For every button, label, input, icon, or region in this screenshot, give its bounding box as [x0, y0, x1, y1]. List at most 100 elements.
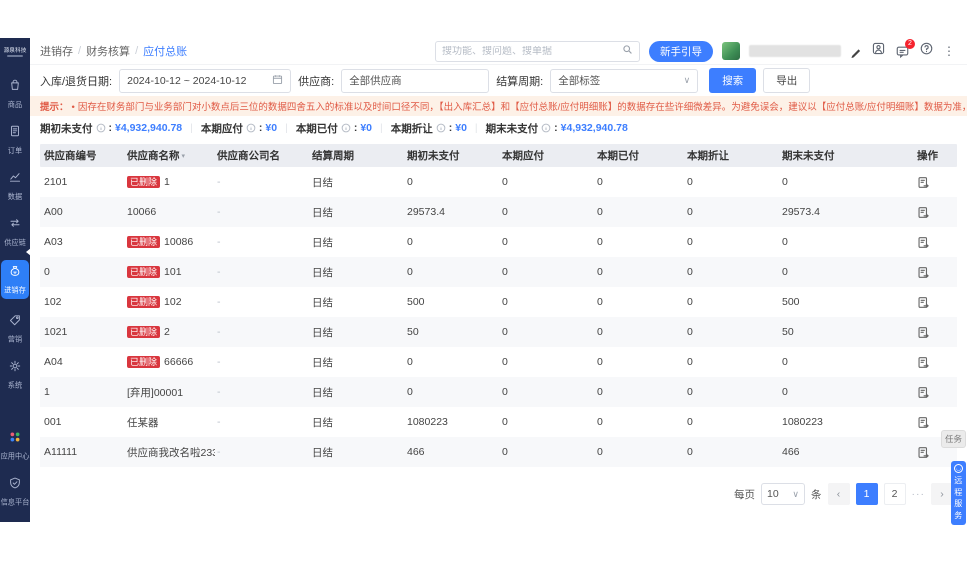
- period-paid: 0: [597, 206, 603, 218]
- search-button[interactable]: 搜索: [709, 68, 757, 93]
- period-payable: 0: [502, 326, 508, 338]
- sidebar-item-supply-chain[interactable]: 供应链: [1, 216, 29, 248]
- period-payable: 0: [502, 206, 508, 218]
- support-icon[interactable]: [871, 41, 886, 61]
- column-header: 结算周期: [312, 150, 354, 162]
- supplier-name: [弃用]00001: [127, 386, 184, 399]
- view-detail-icon[interactable]: [917, 206, 930, 219]
- view-detail-icon[interactable]: [917, 296, 930, 309]
- sidebar-item-app-center[interactable]: 应用中心: [1, 430, 29, 462]
- view-detail-icon[interactable]: [917, 326, 930, 339]
- table-row: 1 [弃用]00001 - 日结 0 0 0 0 0: [40, 377, 957, 407]
- next-page-button[interactable]: ›: [931, 483, 953, 505]
- page-button[interactable]: 1: [855, 483, 878, 505]
- deleted-badge: 已删除: [127, 325, 161, 339]
- column-header: 期末未支付: [782, 150, 835, 162]
- breadcrumb: 进销存 / 财务核算 / 应付总账: [40, 43, 188, 59]
- tag-icon: [8, 313, 22, 332]
- sidebar-item-system[interactable]: 系统: [1, 359, 29, 391]
- end-unpaid: 466: [782, 446, 800, 458]
- supplier-code: A00: [44, 206, 63, 218]
- table-row: A00 10066 - 日结 29573.4 0 0 0 29573.4: [40, 197, 957, 227]
- deleted-badge: 已删除: [127, 295, 161, 309]
- supplier-filter-label: 供应商:: [298, 75, 335, 88]
- per-page-select[interactable]: 10 ∨: [761, 483, 805, 505]
- period-payable: 0: [502, 266, 508, 278]
- sidebar-item-data[interactable]: 数据: [1, 170, 29, 202]
- date-filter-label: 入库/退货日期:: [40, 75, 113, 88]
- begin-unpaid: 0: [407, 386, 413, 398]
- end-unpaid: 0: [782, 266, 788, 278]
- breadcrumb-level2[interactable]: 财务核算: [86, 43, 130, 59]
- view-detail-icon[interactable]: [917, 236, 930, 249]
- supplier-name: 10066: [127, 206, 157, 218]
- period-paid: 0: [597, 446, 603, 458]
- help-icon[interactable]: [919, 41, 934, 61]
- company-name: -: [217, 416, 221, 428]
- supplier-name: 已删除 101: [125, 265, 215, 279]
- calendar-icon: [272, 74, 283, 88]
- breadcrumb-level1[interactable]: 进销存: [40, 43, 73, 59]
- period-payable: 0: [502, 176, 508, 188]
- view-detail-icon[interactable]: [917, 176, 930, 189]
- service-floating-tab[interactable]: ◡ 远程服务: [951, 461, 966, 525]
- page-ellipsis: ···: [911, 488, 925, 500]
- pen-icon[interactable]: [850, 45, 862, 59]
- date-range-input[interactable]: 2024-10-12 ~ 2024-10-12: [119, 68, 292, 93]
- begin-unpaid: 466: [407, 446, 425, 458]
- sort-icon[interactable]: ▾: [182, 152, 186, 160]
- settlement-cycle: 日结: [312, 236, 333, 249]
- export-button[interactable]: 导出: [763, 68, 811, 93]
- settlement-cycle: 日结: [312, 416, 333, 429]
- period-discount: 0: [687, 236, 693, 248]
- view-detail-icon[interactable]: [917, 266, 930, 279]
- task-floating-tab[interactable]: 任务: [940, 430, 966, 448]
- sidebar-item-orders[interactable]: 订单: [1, 124, 29, 156]
- messages-icon[interactable]: 2: [895, 38, 915, 59]
- summary-item: 期末未支付: ¥4,932,940.78: [485, 122, 628, 135]
- topbar-actions: 新手引导 2 ⋮: [435, 38, 955, 62]
- end-unpaid: 0: [782, 236, 788, 248]
- sidebar-item-goods[interactable]: 商品: [1, 78, 29, 110]
- summary-item: 本期折让: ¥0: [390, 122, 467, 135]
- supplier-name: 已删除 1: [125, 175, 215, 189]
- period-paid: 0: [597, 356, 603, 368]
- settlement-cycle: 日结: [312, 206, 333, 219]
- end-unpaid: 0: [782, 176, 788, 188]
- main-content: 进销存 / 财务核算 / 应付总账 新手引导 2: [30, 38, 967, 522]
- view-detail-icon[interactable]: [917, 416, 930, 429]
- period-paid: 0: [597, 176, 603, 188]
- company-name: -: [217, 266, 221, 278]
- column-header[interactable]: 供应商名称 ▾: [125, 148, 215, 163]
- page-button[interactable]: 2: [883, 483, 906, 505]
- view-detail-icon[interactable]: [917, 386, 930, 399]
- period-discount: 0: [687, 386, 693, 398]
- global-search-input[interactable]: [442, 45, 618, 57]
- sidebar-item-marketing[interactable]: 营销: [1, 313, 29, 345]
- sidebar: 源泉科技 商品 订单 数据 供应链 进销存 营销 系统 应用中心 信息平台: [0, 38, 31, 522]
- view-detail-icon[interactable]: [917, 446, 930, 459]
- period-payable: 0: [502, 446, 508, 458]
- view-detail-icon[interactable]: [917, 356, 930, 369]
- settlement-cycle: 日结: [312, 356, 333, 369]
- period-paid: 0: [597, 296, 603, 308]
- column-header: 本期应付: [502, 150, 544, 162]
- supplier-name: 已删除 102: [125, 295, 215, 309]
- shield-icon: [8, 476, 22, 495]
- avatar[interactable]: [722, 42, 740, 60]
- settlement-cycle: 日结: [312, 326, 333, 339]
- settlement-cycle: 日结: [312, 296, 333, 309]
- supplier-filter-input[interactable]: 全部供应商: [341, 68, 490, 93]
- search-icon[interactable]: [622, 42, 633, 60]
- end-unpaid: 0: [782, 356, 788, 368]
- sidebar-item-info-platform[interactable]: 信息平台: [1, 476, 29, 508]
- newbie-guide-button[interactable]: 新手引导: [649, 40, 713, 62]
- more-menu-icon[interactable]: ⋮: [943, 45, 955, 57]
- begin-unpaid: 0: [407, 266, 413, 278]
- prev-page-button[interactable]: ‹: [827, 483, 850, 505]
- cycle-filter-select[interactable]: 全部标签 ∨: [550, 68, 699, 93]
- global-search[interactable]: [435, 40, 640, 62]
- supplier-name: 任某器: [127, 416, 159, 429]
- column-header: 本期已付: [597, 150, 639, 162]
- sidebar-item-inventory[interactable]: 进销存: [1, 260, 29, 299]
